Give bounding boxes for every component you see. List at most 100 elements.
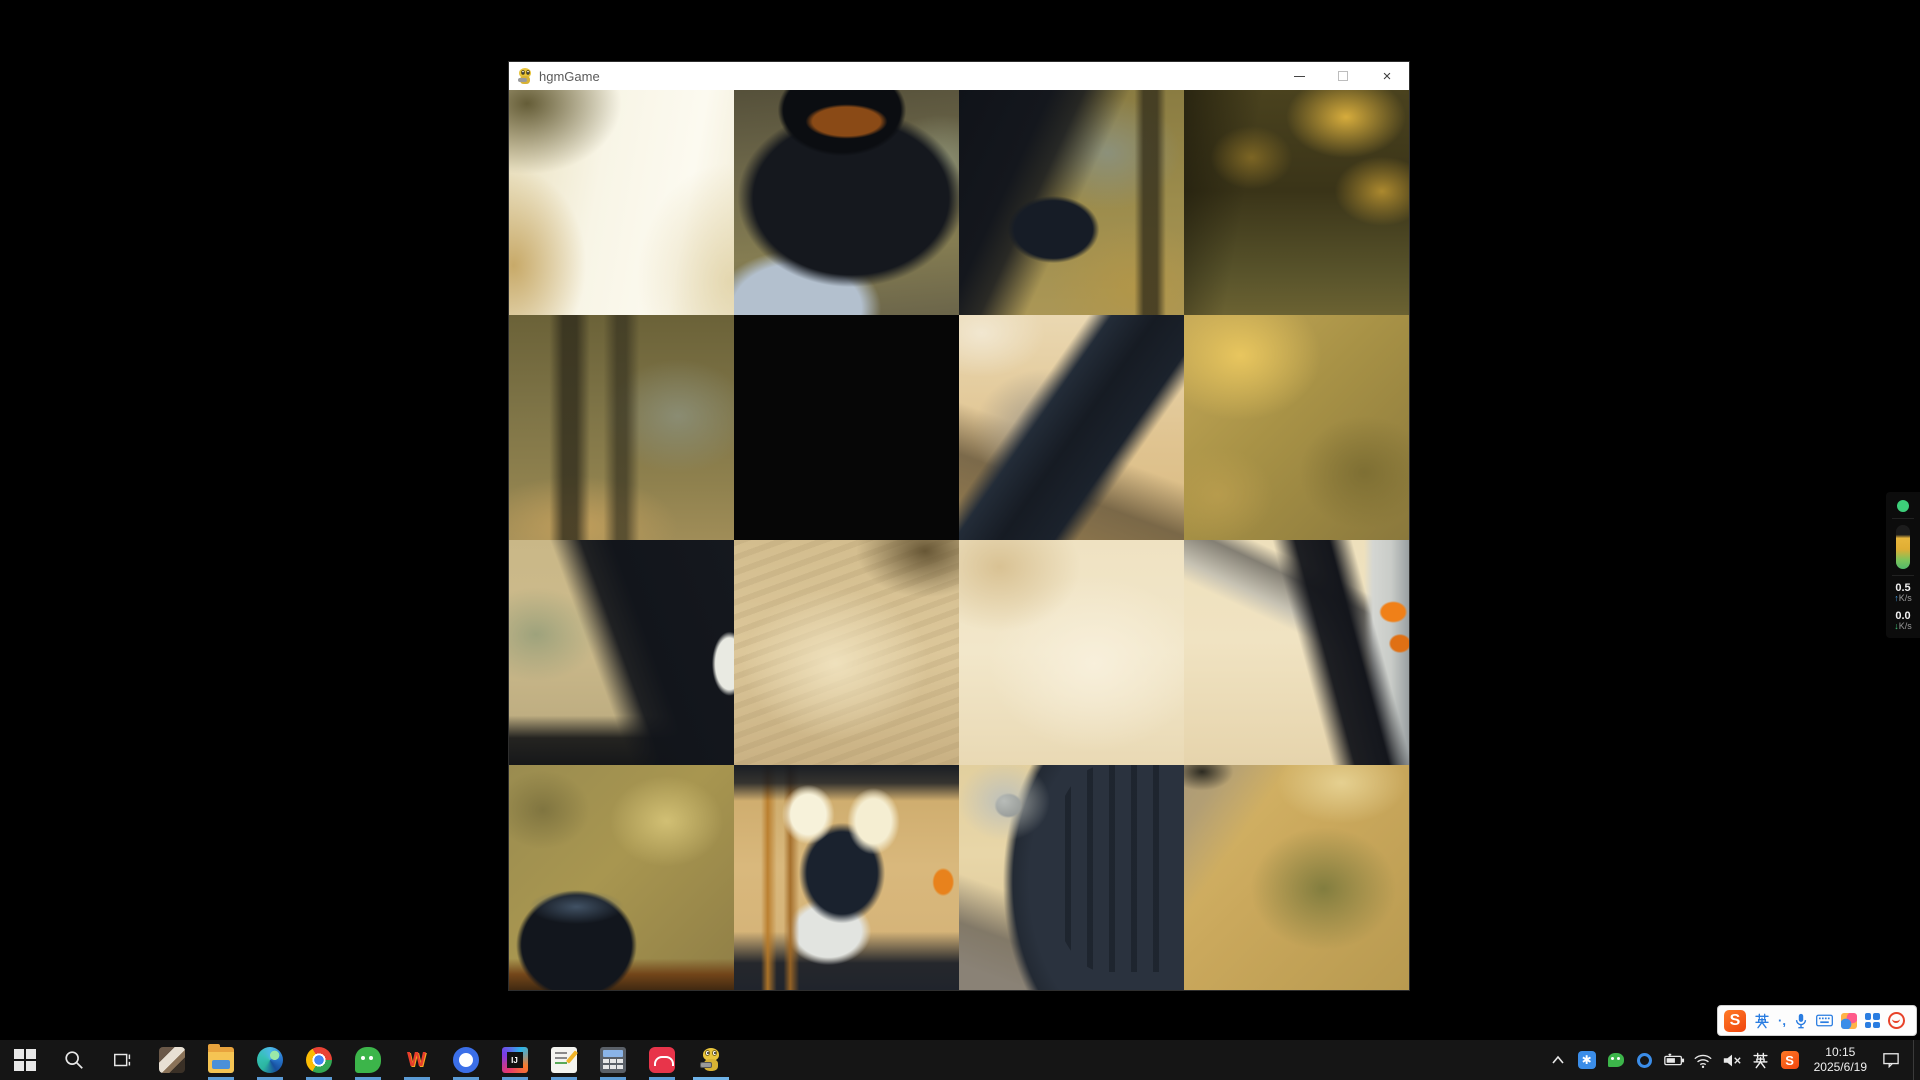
puzzle-tile-r0c1[interactable] bbox=[734, 90, 959, 315]
clock-time: 10:15 bbox=[1814, 1045, 1867, 1060]
taskbar: W ✱ S 10:15 2025/6/19 bbox=[0, 1040, 1920, 1080]
file-explorer-icon bbox=[208, 1047, 234, 1073]
wps-icon: W bbox=[404, 1047, 430, 1073]
titlebar[interactable]: hgmGame × bbox=[509, 62, 1409, 90]
start-button[interactable] bbox=[0, 1040, 49, 1080]
mic-icon[interactable] bbox=[1794, 1013, 1808, 1029]
chinese-english-glyph-icon bbox=[1754, 1013, 1770, 1029]
wifi-icon bbox=[1693, 1053, 1713, 1068]
wechat-icon bbox=[355, 1047, 381, 1073]
puzzle-tile-r2c0[interactable] bbox=[509, 540, 734, 765]
skin-icon[interactable] bbox=[1841, 1013, 1857, 1029]
taskbar-item-red-app[interactable] bbox=[637, 1040, 686, 1080]
action-center-button[interactable] bbox=[1880, 1049, 1902, 1071]
search-button[interactable] bbox=[49, 1040, 98, 1080]
tray-sogou[interactable]: S bbox=[1779, 1049, 1801, 1071]
intellij-icon bbox=[502, 1047, 528, 1073]
volume-muted-icon bbox=[1722, 1053, 1742, 1068]
python-turtle-game-icon bbox=[698, 1047, 724, 1073]
system-tray: ✱ S 10:15 2025/6/19 bbox=[1547, 1040, 1920, 1080]
show-desktop-strip[interactable] bbox=[1913, 1040, 1914, 1080]
puzzle-tile-r3c2[interactable] bbox=[959, 765, 1184, 990]
taskbar-item-wechat[interactable] bbox=[343, 1040, 392, 1080]
upload-speed: 0.5 ↑K/s bbox=[1894, 582, 1912, 604]
sogou-logo-icon[interactable]: S bbox=[1724, 1010, 1746, 1032]
game-window: hgmGame × bbox=[508, 61, 1410, 991]
turtle-icon bbox=[517, 68, 533, 84]
window-title: hgmGame bbox=[539, 69, 600, 84]
puzzle-tile-r0c3[interactable] bbox=[1184, 90, 1409, 315]
minimize-icon bbox=[1294, 76, 1305, 77]
puzzle-tile-r0c0[interactable] bbox=[509, 90, 734, 315]
sogou-tray-icon: S bbox=[1781, 1051, 1799, 1069]
blue-ring-icon bbox=[453, 1047, 479, 1073]
ime-toolbar: S ·, bbox=[1717, 1005, 1917, 1036]
puzzle-tile-r0c2[interactable] bbox=[959, 90, 1184, 315]
taskbar-item-cat-app[interactable] bbox=[147, 1040, 196, 1080]
taskbar-item-chrome[interactable] bbox=[294, 1040, 343, 1080]
net-speed-widget[interactable]: 0.5 ↑K/s 0.0 ↓K/s bbox=[1886, 492, 1920, 638]
emoji-icon[interactable] bbox=[1888, 1012, 1905, 1029]
tray-battery[interactable] bbox=[1663, 1049, 1685, 1071]
task-view-icon bbox=[112, 1049, 134, 1071]
tray-volume-muted[interactable] bbox=[1721, 1049, 1743, 1071]
rocket-pill-icon[interactable] bbox=[1896, 525, 1910, 569]
chrome-icon bbox=[306, 1047, 332, 1073]
red-app-icon bbox=[649, 1047, 675, 1073]
taskbar-item-file-explorer[interactable] bbox=[196, 1040, 245, 1080]
puzzle-tile-r1c0[interactable] bbox=[509, 315, 734, 540]
minimize-button[interactable] bbox=[1277, 62, 1321, 90]
clock[interactable]: 10:15 2025/6/19 bbox=[1808, 1045, 1873, 1075]
tray-blue-circle-app[interactable] bbox=[1634, 1049, 1656, 1071]
maximize-button[interactable] bbox=[1321, 62, 1365, 90]
puzzle-tile-r1c3[interactable] bbox=[1184, 315, 1409, 540]
puzzle-tile-r3c1[interactable] bbox=[734, 765, 959, 990]
puzzle-tile-r2c3[interactable] bbox=[1184, 540, 1409, 765]
puzzle-tile-r2c1[interactable] bbox=[734, 540, 959, 765]
search-icon bbox=[63, 1049, 85, 1071]
puzzle-tile-r3c0[interactable] bbox=[509, 765, 734, 990]
taskbar-item-wps[interactable]: W bbox=[392, 1040, 441, 1080]
taskbar-left: W bbox=[0, 1040, 735, 1080]
ime-language-toggle[interactable] bbox=[1754, 1013, 1770, 1029]
puzzle-tile-r2c2[interactable] bbox=[959, 540, 1184, 765]
ime-punctuation-toggle[interactable]: ·, bbox=[1778, 1013, 1786, 1028]
maximize-icon bbox=[1338, 71, 1348, 81]
battery-charging-icon bbox=[1663, 1053, 1685, 1067]
status-dot-icon bbox=[1897, 500, 1909, 512]
puzzle-grid bbox=[509, 90, 1409, 990]
tray-wechat[interactable] bbox=[1605, 1049, 1627, 1071]
chevron-up-icon bbox=[1551, 1055, 1565, 1065]
keyboard-icon[interactable] bbox=[1816, 1014, 1833, 1027]
cat-photo-icon bbox=[159, 1047, 185, 1073]
notification-bubble-icon bbox=[1882, 1052, 1900, 1068]
windows-logo-icon bbox=[14, 1049, 36, 1071]
tray-wifi[interactable] bbox=[1692, 1049, 1714, 1071]
puzzle-tile-r3c3[interactable] bbox=[1184, 765, 1409, 990]
close-button[interactable]: × bbox=[1365, 62, 1409, 90]
taskbar-item-intellij[interactable] bbox=[490, 1040, 539, 1080]
divider bbox=[1892, 575, 1914, 576]
tray-blue-star-app[interactable]: ✱ bbox=[1576, 1049, 1598, 1071]
taskbar-item-blue-ring-app[interactable] bbox=[441, 1040, 490, 1080]
edge-icon bbox=[257, 1047, 283, 1073]
task-view-button[interactable] bbox=[98, 1040, 147, 1080]
puzzle-tile-r1c2[interactable] bbox=[959, 315, 1184, 540]
taskbar-item-calculator[interactable] bbox=[588, 1040, 637, 1080]
blue-circle-icon bbox=[1637, 1053, 1652, 1068]
toolbox-icon[interactable] bbox=[1865, 1013, 1880, 1028]
blue-star-icon: ✱ bbox=[1578, 1051, 1596, 1069]
clock-date: 2025/6/19 bbox=[1814, 1060, 1867, 1075]
taskbar-item-editor[interactable] bbox=[539, 1040, 588, 1080]
divider bbox=[1892, 518, 1914, 519]
editor-icon bbox=[551, 1047, 577, 1073]
taskbar-item-edge[interactable] bbox=[245, 1040, 294, 1080]
taskbar-item-turtle-game[interactable] bbox=[686, 1040, 735, 1080]
puzzle-empty-slot bbox=[734, 315, 959, 540]
wechat-tray-icon bbox=[1608, 1053, 1624, 1067]
hidden-icons-chevron[interactable] bbox=[1547, 1049, 1569, 1071]
calculator-icon bbox=[600, 1047, 626, 1073]
tray-ime-language[interactable] bbox=[1750, 1049, 1772, 1071]
chinese-ying-glyph-icon bbox=[1752, 1052, 1769, 1069]
download-speed: 0.0 ↓K/s bbox=[1894, 610, 1912, 632]
